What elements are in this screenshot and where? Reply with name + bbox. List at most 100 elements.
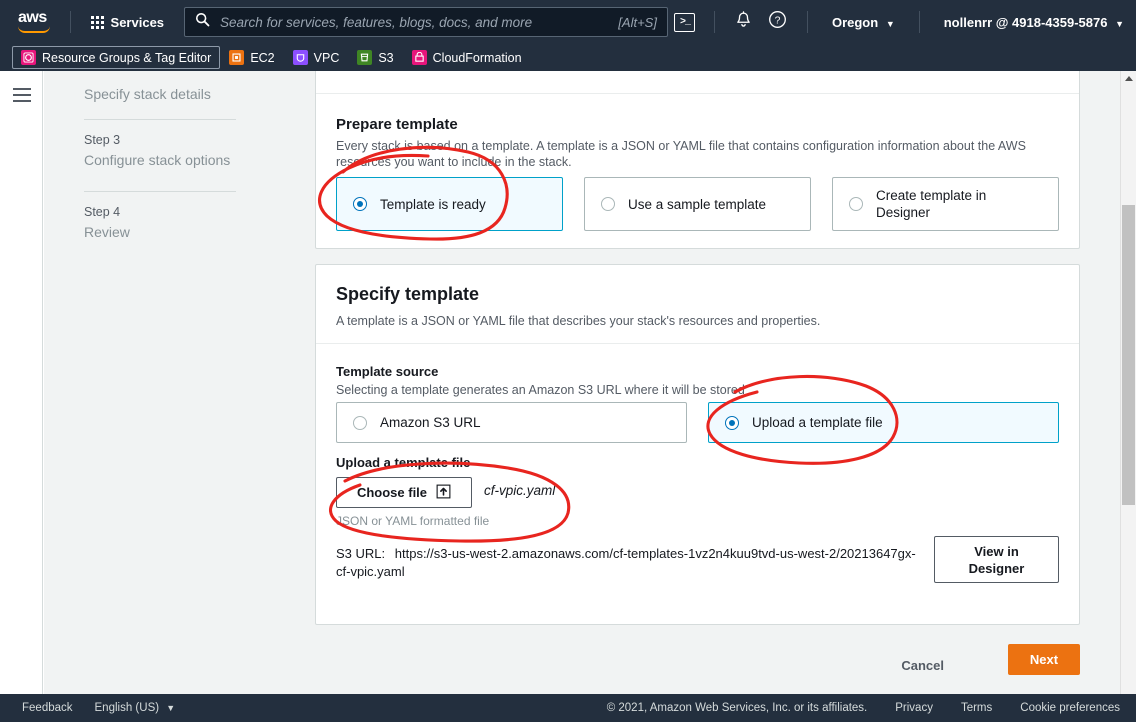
language-label: English (US) (94, 702, 160, 714)
fav-item-cloudformation[interactable]: CloudFormation (403, 46, 531, 69)
search-icon (195, 12, 210, 32)
radio-template-is-ready[interactable]: Template is ready (336, 177, 563, 231)
fav-item-ec2[interactable]: EC2 (220, 46, 283, 69)
chevron-down-icon: ▼ (885, 18, 895, 29)
fav-label: VPC (313, 50, 340, 65)
s3-url-row: S3 URL: https://s3-us-west-2.amazonaws.c… (336, 545, 916, 581)
vpc-icon (292, 50, 308, 65)
fav-item-s3[interactable]: S3 (348, 46, 402, 69)
s3-icon (357, 50, 373, 65)
nav-divider (713, 11, 715, 33)
page-scrollbar[interactable] (1120, 71, 1136, 694)
card-header-divider (316, 343, 1079, 344)
footer-left-group: Feedback English (US) ▼ (22, 702, 175, 714)
view-in-designer-line1: View in (974, 543, 1019, 559)
wizard-divider (84, 119, 236, 120)
hamburger-menu-icon[interactable] (13, 88, 31, 106)
favorites-bar: Resource Groups & Tag Editor EC2 VPC S3 … (0, 44, 1136, 71)
grid-icon (90, 15, 104, 29)
choose-file-label: Choose file (356, 485, 428, 500)
terms-link[interactable]: Terms (961, 702, 992, 714)
region-label: Oregon (831, 14, 879, 30)
prepare-template-description: Every stack is based on a template. A te… (336, 139, 1026, 169)
scroll-thumb[interactable] (1122, 205, 1135, 505)
search-shortcut-hint: [Alt+S] (618, 14, 657, 30)
nav-divider (69, 11, 71, 33)
left-rail (0, 71, 43, 694)
radio-label: Template is ready (380, 196, 486, 212)
top-navigation-bar: aws Services [Alt+S] >_ (0, 0, 1136, 44)
notifications-button[interactable] (727, 7, 761, 37)
feedback-link[interactable]: Feedback (22, 702, 73, 714)
next-button[interactable]: Next (1008, 644, 1080, 675)
radio-label: Upload a template file (752, 415, 883, 430)
wizard-step-4-number: Step 4 (84, 205, 121, 219)
svg-text:?: ? (775, 16, 781, 27)
cancel-button[interactable]: Cancel (895, 657, 950, 674)
view-in-designer-line2: Designer (968, 560, 1025, 576)
services-label: Services (110, 14, 165, 30)
radio-label: Amazon S3 URL (380, 415, 481, 430)
aws-logo[interactable]: aws (18, 8, 58, 36)
region-selector[interactable]: Oregon ▼ (820, 9, 907, 36)
fav-label: EC2 (250, 50, 275, 65)
radio-create-template-in-designer[interactable]: Create template in Designer (832, 177, 1059, 231)
footer-right-group: © 2021, Amazon Web Services, Inc. or its… (607, 702, 1120, 714)
radio-label: Use a sample template (628, 196, 767, 212)
template-source-description: Selecting a template generates an Amazon… (336, 383, 745, 397)
radio-indicator (353, 197, 367, 211)
aws-logo-text: aws (18, 9, 47, 26)
s3-url-label: S3 URL: (336, 546, 386, 561)
fav-item-vpc[interactable]: VPC (284, 46, 349, 69)
nav-divider (918, 11, 920, 33)
search-input[interactable] (218, 13, 619, 31)
radio-indicator (353, 415, 367, 430)
resource-groups-icon (21, 50, 36, 65)
services-menu-button[interactable]: Services (83, 9, 173, 36)
upload-icon (436, 484, 451, 502)
fav-label: S3 (378, 50, 394, 65)
ec2-icon (229, 50, 245, 65)
s3-url-value: https://s3-us-west-2.amazonaws.com/cf-te… (336, 546, 916, 579)
template-source-label: Template source (336, 364, 439, 379)
fav-item-resource-groups[interactable]: Resource Groups & Tag Editor (12, 46, 221, 69)
fav-label: Resource Groups & Tag Editor (42, 50, 212, 65)
radio-indicator (849, 197, 863, 211)
wizard-step-3-label[interactable]: Configure stack options (84, 152, 230, 168)
card-header-divider (316, 93, 1079, 94)
cloudshell-icon: >_ (674, 12, 696, 32)
page-footer: Feedback English (US) ▼ © 2021, Amazon W… (0, 694, 1136, 722)
wizard-step-current-label[interactable]: Specify stack details (84, 86, 211, 102)
fav-label: CloudFormation (432, 50, 522, 65)
radio-amazon-s3-url[interactable]: Amazon S3 URL (336, 402, 687, 443)
radio-label: Create template in Designer (876, 188, 987, 220)
choose-file-button[interactable]: Choose file (336, 477, 472, 508)
language-selector[interactable]: English (US) ▼ (95, 702, 176, 714)
wizard-actions: Cancel Next (315, 642, 1080, 686)
cookie-preferences-link[interactable]: Cookie preferences (1020, 702, 1120, 714)
wizard-step-4-label[interactable]: Review (84, 224, 130, 240)
scroll-up-arrow-icon[interactable] (1121, 71, 1136, 86)
chosen-file-name: cf-vpic.yaml (484, 483, 556, 498)
cloudformation-icon (411, 50, 427, 65)
radio-indicator (601, 197, 615, 211)
account-label: nollenrr @ 4918-4359-5876 (943, 14, 1108, 30)
specify-template-description: A template is a JSON or YAML file that d… (336, 314, 821, 328)
upload-template-file-label: Upload a template file (336, 455, 471, 470)
prepare-template-heading: Prepare template (336, 116, 458, 133)
privacy-link[interactable]: Privacy (895, 702, 933, 714)
view-in-designer-button[interactable]: View in Designer (934, 536, 1059, 583)
radio-use-a-sample-template[interactable]: Use a sample template (584, 177, 811, 231)
aws-logo-smile (18, 26, 50, 33)
main-content: Prepare template Every stack is based on… (284, 71, 1120, 694)
wizard-step-3-number: Step 3 (84, 133, 121, 147)
account-menu[interactable]: nollenrr @ 4918-4359-5876 ▼ (932, 9, 1136, 36)
radio-upload-a-template-file[interactable]: Upload a template file (708, 402, 1059, 443)
nav-divider (806, 11, 808, 33)
help-button[interactable]: ? (761, 7, 795, 37)
global-search-box[interactable]: [Alt+S] (184, 7, 668, 37)
chevron-down-icon: ▼ (166, 703, 176, 713)
specify-template-card: Specify template A template is a JSON or… (315, 264, 1080, 625)
prepare-template-card: Prepare template Every stack is based on… (315, 71, 1080, 249)
cloudshell-button[interactable]: >_ (668, 7, 702, 37)
